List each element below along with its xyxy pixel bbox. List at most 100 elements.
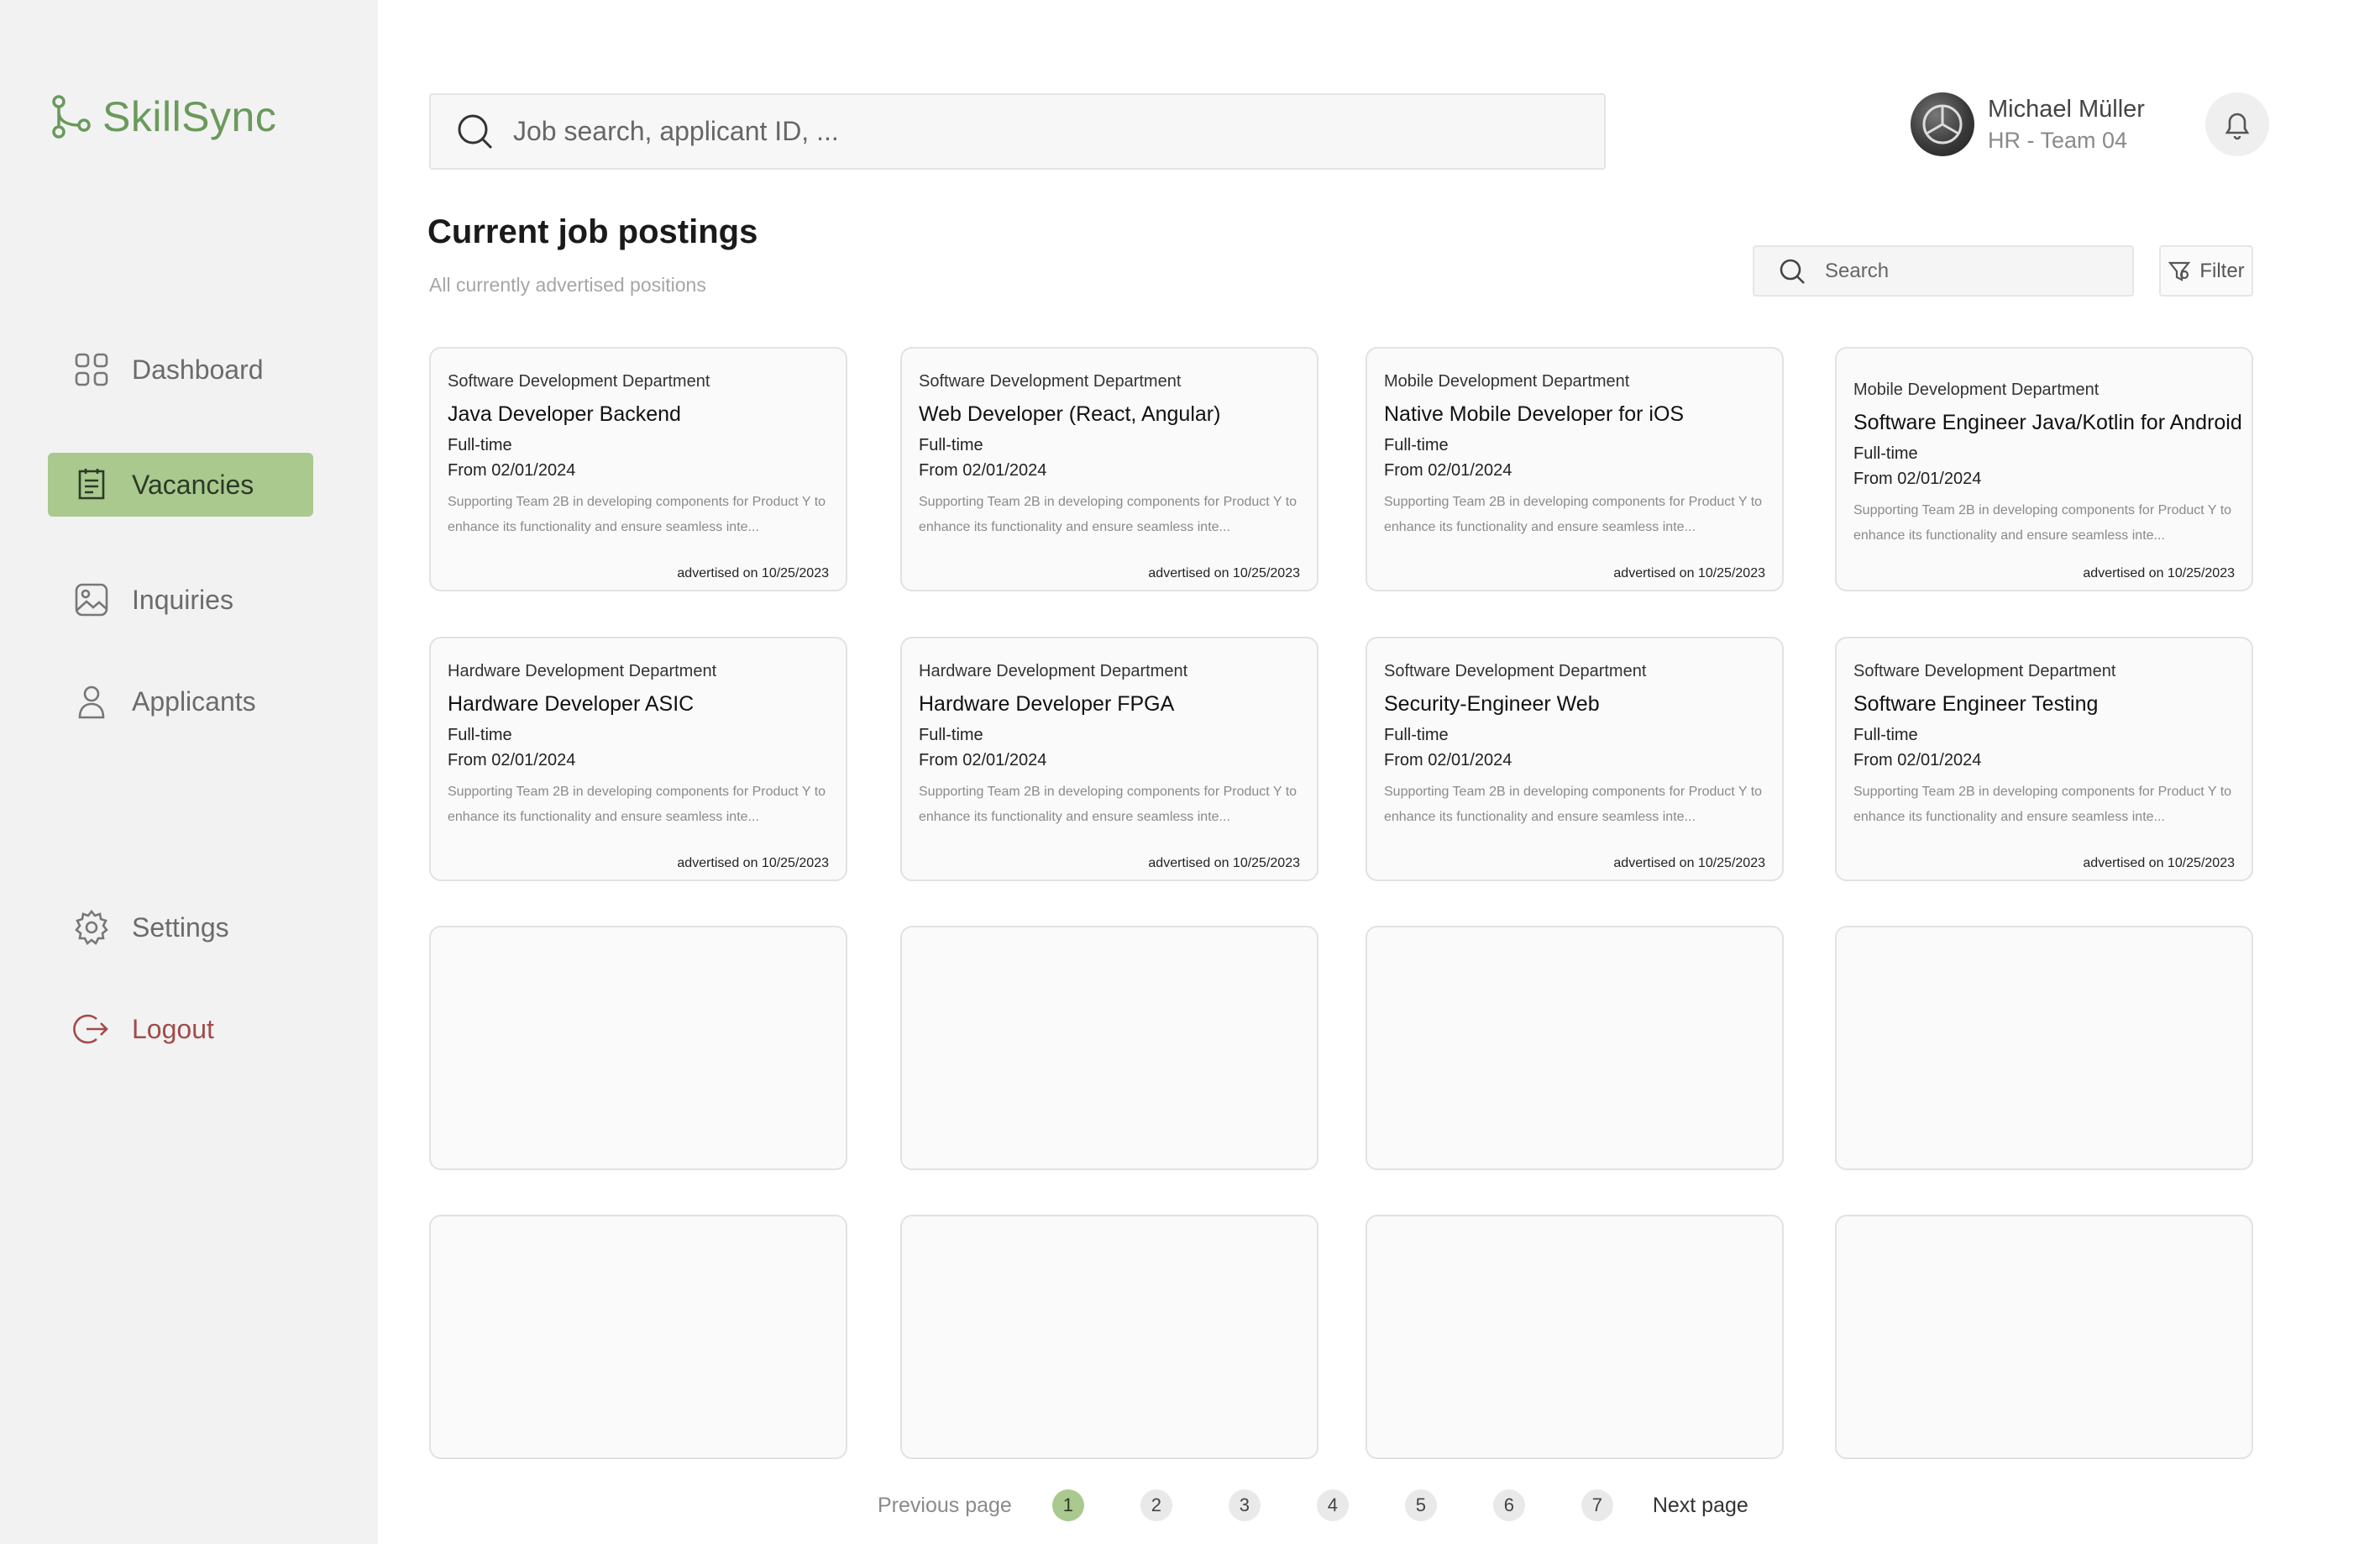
- sidebar-item-applicants[interactable]: Applicants: [48, 670, 313, 733]
- job-card[interactable]: Mobile Development Department Native Mob…: [1366, 347, 1784, 591]
- user-icon: [78, 685, 105, 719]
- job-start-date: From 02/01/2024: [919, 751, 1047, 769]
- global-search-input[interactable]: [513, 116, 1521, 147]
- user-profile[interactable]: Michael Müller HR - Team 04: [1911, 92, 2145, 156]
- postings-search-input[interactable]: [1825, 259, 2110, 283]
- job-type: Full-time: [1853, 444, 1918, 463]
- job-start-date: From 02/01/2024: [1384, 461, 1512, 480]
- sidebar-item-label: Applicants: [132, 685, 256, 717]
- job-type: Full-time: [448, 436, 512, 454]
- logo-text: SkillSync: [102, 93, 277, 140]
- empty-job-card: [1366, 926, 1784, 1170]
- job-description: Supporting Team 2B in developing compone…: [919, 785, 1297, 824]
- page-button-4[interactable]: 4: [1316, 1489, 1349, 1521]
- logo[interactable]: SkillSync: [50, 92, 276, 141]
- job-card[interactable]: Hardware Development Department Hardware…: [429, 637, 847, 881]
- avatar: [1911, 92, 1974, 156]
- postings-search-bar[interactable]: [1753, 245, 2134, 297]
- profile-text: Michael Müller HR - Team 04: [1988, 93, 2145, 155]
- job-title: Software Engineer Java/Kotlin for Androi…: [1853, 411, 2242, 434]
- job-description: Supporting Team 2B in developing compone…: [1384, 785, 1763, 824]
- job-description: Supporting Team 2B in developing compone…: [448, 495, 826, 534]
- avatar-emblem-icon: [1922, 104, 1963, 144]
- job-card[interactable]: Software Development Department Web Deve…: [900, 347, 1318, 591]
- job-start-date: From 02/01/2024: [1853, 751, 1982, 769]
- job-title: Security-Engineer Web: [1384, 692, 1600, 716]
- empty-job-card: [429, 1215, 847, 1459]
- filter-icon: [2168, 261, 2191, 281]
- job-department: Hardware Development Department: [448, 662, 717, 680]
- profile-role: HR - Team 04: [1988, 128, 2128, 153]
- empty-job-card: [1366, 1215, 1784, 1459]
- job-advertised-date: advertised on 10/25/2023: [677, 856, 829, 870]
- job-description: Supporting Team 2B in developing compone…: [1853, 503, 2232, 543]
- job-title: Hardware Developer ASIC: [448, 692, 695, 716]
- page-title: Current job postings: [427, 213, 758, 250]
- logout-icon: [73, 1014, 108, 1044]
- page-button-6[interactable]: 6: [1492, 1489, 1525, 1521]
- empty-job-card: [900, 1215, 1318, 1459]
- filter-button[interactable]: Filter: [2159, 245, 2253, 297]
- job-type: Full-time: [919, 436, 983, 454]
- job-card[interactable]: Hardware Development Department Hardware…: [900, 637, 1318, 881]
- empty-job-card: [1835, 926, 2253, 1170]
- sidebar-item-label: Inquiries: [132, 584, 233, 615]
- sidebar-item-vacancies[interactable]: Vacancies: [48, 453, 313, 517]
- page-button-2[interactable]: 2: [1140, 1489, 1172, 1521]
- sidebar-item-logout[interactable]: Logout: [48, 997, 313, 1061]
- sidebar-item-dashboard[interactable]: Dashboard: [48, 338, 313, 402]
- job-title: Native Mobile Developer for iOS: [1384, 402, 1685, 426]
- sidebar-item-inquiries[interactable]: Inquiries: [48, 568, 313, 632]
- job-department: Software Development Department: [1384, 662, 1647, 680]
- page-subtitle: All currently advertised positions: [429, 274, 706, 296]
- empty-job-card: [900, 926, 1318, 1170]
- sidebar-item-label: Vacancies: [132, 469, 254, 500]
- page-button-1[interactable]: 1: [1051, 1489, 1084, 1521]
- job-advertised-date: advertised on 10/25/2023: [677, 566, 829, 580]
- page-button-5[interactable]: 5: [1404, 1489, 1437, 1521]
- page-button-7[interactable]: 7: [1581, 1489, 1613, 1521]
- job-title: Hardware Developer FPGA: [919, 692, 1175, 716]
- job-advertised-date: advertised on 10/25/2023: [2083, 856, 2235, 870]
- job-type: Full-time: [1853, 726, 1918, 744]
- job-type: Full-time: [919, 726, 983, 744]
- sidebar-item-label: Logout: [132, 1013, 214, 1044]
- job-card[interactable]: Software Development Department Security…: [1366, 637, 1784, 881]
- sidebar-item-settings[interactable]: Settings: [48, 895, 313, 959]
- job-advertised-date: advertised on 10/25/2023: [1148, 566, 1300, 580]
- job-card[interactable]: Software Development Department Software…: [1835, 637, 2253, 881]
- job-advertised-date: advertised on 10/25/2023: [1613, 856, 1765, 870]
- job-start-date: From 02/01/2024: [1384, 751, 1512, 769]
- job-description: Supporting Team 2B in developing compone…: [1853, 785, 2232, 824]
- job-type: Full-time: [1384, 726, 1449, 744]
- job-start-date: From 02/01/2024: [919, 461, 1047, 480]
- gear-icon: [75, 909, 108, 946]
- job-title: Java Developer Backend: [448, 402, 681, 426]
- job-title: Software Engineer Testing: [1853, 692, 2099, 716]
- notifications-button[interactable]: [2205, 92, 2269, 156]
- job-department: Mobile Development Department: [1384, 372, 1630, 391]
- profile-name: Michael Müller: [1988, 96, 2145, 123]
- job-advertised-date: advertised on 10/25/2023: [1613, 566, 1765, 580]
- job-card[interactable]: Software Development Department Java Dev…: [429, 347, 847, 591]
- previous-page-button[interactable]: Previous page: [878, 1494, 1012, 1518]
- global-search-bar[interactable]: [429, 93, 1606, 170]
- job-description: Supporting Team 2B in developing compone…: [919, 495, 1297, 534]
- job-card[interactable]: Mobile Development Department Software E…: [1835, 347, 2253, 591]
- app-root: SkillSync Dashboard Vacancies Inquiries: [0, 0, 2380, 1544]
- job-type: Full-time: [448, 726, 512, 744]
- job-department: Hardware Development Department: [919, 662, 1188, 680]
- next-page-button[interactable]: Next page: [1653, 1494, 1748, 1518]
- page-button-3[interactable]: 3: [1228, 1489, 1261, 1521]
- sidebar-item-label: Dashboard: [132, 354, 264, 385]
- bell-icon: [2225, 113, 2250, 140]
- filter-label: Filter: [2199, 259, 2245, 282]
- pagination: Previous page 1 2 3 4 5 6 7 Next page: [878, 1489, 1748, 1522]
- grid-icon: [75, 353, 108, 386]
- empty-job-card: [429, 926, 847, 1170]
- job-department: Mobile Development Department: [1853, 381, 2100, 399]
- clipboard-list-icon: [78, 469, 105, 500]
- logo-icon: [52, 95, 91, 139]
- search-icon: [458, 114, 493, 149]
- job-advertised-date: advertised on 10/25/2023: [1148, 856, 1300, 870]
